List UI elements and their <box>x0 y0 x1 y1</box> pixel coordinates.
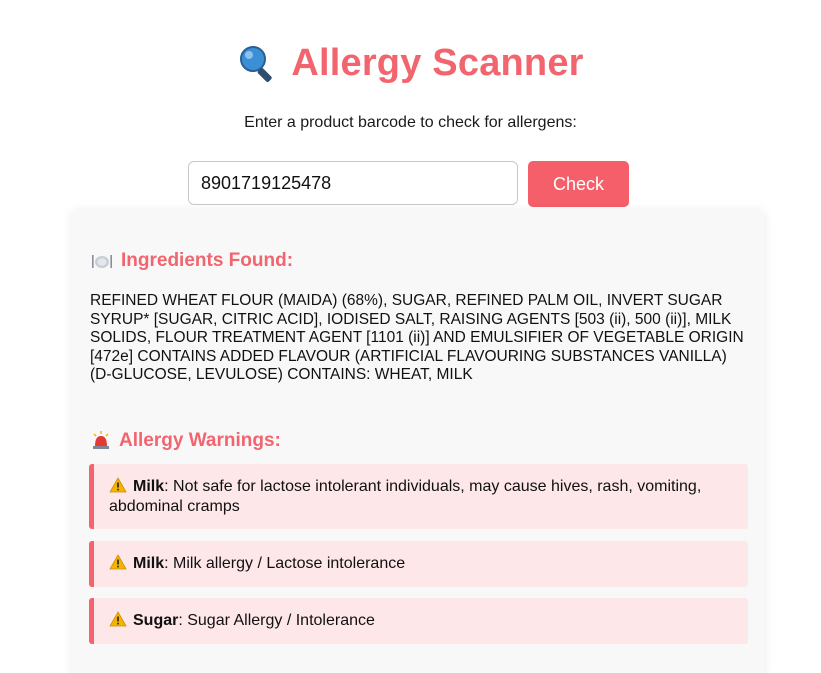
allergy-warning-item: Sugar: Sugar Allergy / Intolerance <box>89 598 748 644</box>
ingredients-heading: Ingredients Found: <box>91 250 293 272</box>
siren-light-icon <box>93 431 109 449</box>
allergy-scanner-page: Allergy Scanner Enter a product barcode … <box>0 0 821 673</box>
allergy-warning-item: Milk: Milk allergy / Lactose intolerance <box>89 541 748 587</box>
ingredients-list-text: REFINED WHEAT FLOUR (MAIDA) (68%), SUGAR… <box>90 292 744 383</box>
check-button[interactable]: Check <box>528 161 629 207</box>
allergen-description: : Milk allergy / Lactose intolerance <box>164 555 406 572</box>
warning-icon <box>109 554 127 570</box>
results-card: Ingredients Found: REFINED WHEAT FLOUR (… <box>71 210 765 673</box>
allergen-description: : Sugar Allergy / Intolerance <box>178 612 375 629</box>
plate-cutlery-icon <box>92 255 112 268</box>
warnings-heading-text: Allergy Warnings: <box>119 430 281 451</box>
allergen-name: Milk <box>133 555 165 572</box>
instructions-text: Enter a product barcode to check for all… <box>244 114 577 131</box>
barcode-search-row: Check <box>188 161 629 207</box>
allergen-name: Sugar <box>133 612 179 629</box>
warnings-heading: Allergy Warnings: <box>91 430 281 452</box>
allergen-name: Milk <box>133 478 165 495</box>
ingredients-heading-text: Ingredients Found: <box>121 250 294 271</box>
title-text: Allergy Scanner <box>291 42 584 84</box>
allergy-warning-item: Milk: Not safe for lactose intolerant in… <box>89 464 748 529</box>
warning-icon <box>109 611 127 627</box>
page-title: Allergy Scanner <box>0 42 821 85</box>
barcode-input[interactable] <box>188 161 518 205</box>
warning-icon <box>109 477 127 493</box>
allergen-description: : Not safe for lactose intolerant indivi… <box>109 478 702 515</box>
magnifying-glass-icon <box>240 45 272 82</box>
